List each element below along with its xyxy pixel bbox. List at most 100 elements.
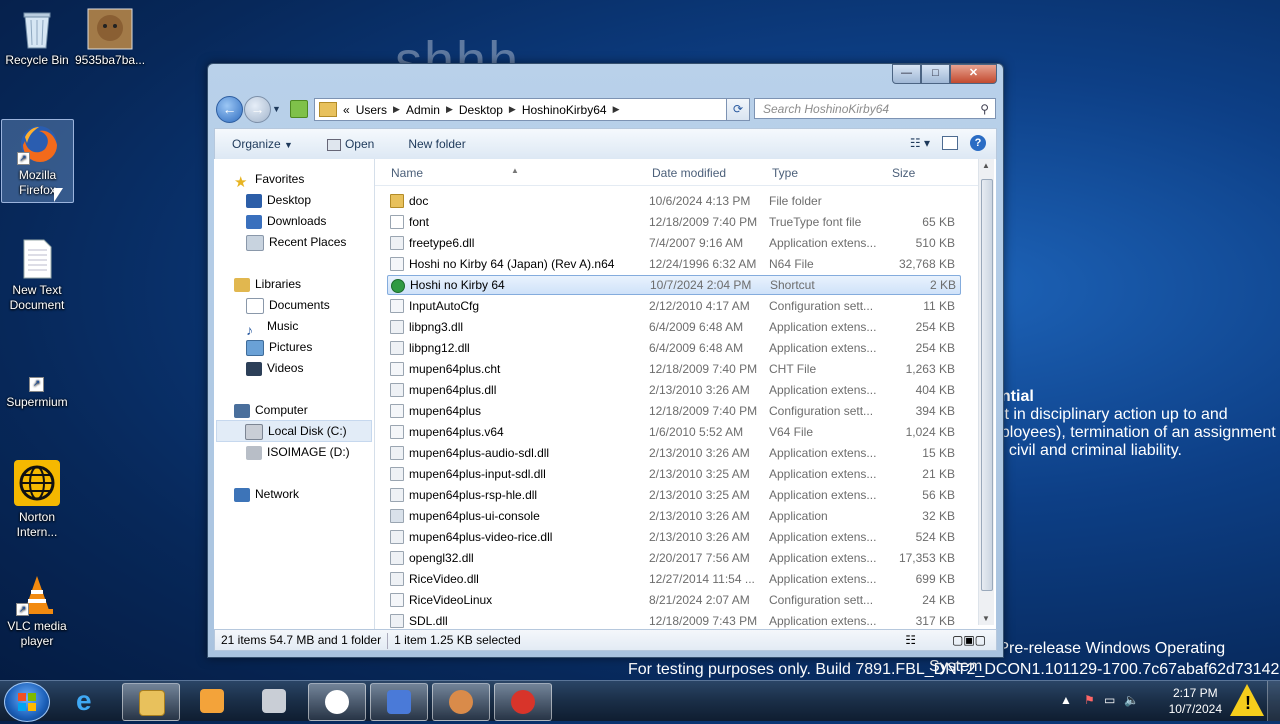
file-row[interactable]: mupen64plus-audio-sdl.dll 2/13/2010 3:26 … xyxy=(387,443,959,463)
file-row[interactable]: InputAutoCfg 2/12/2010 4:17 AM Configurati… xyxy=(387,296,959,316)
nav-downloads[interactable]: Downloads xyxy=(246,211,326,231)
taskbar-internet-explorer[interactable]: e xyxy=(60,683,116,719)
file-row[interactable]: mupen64plus-input-sdl.dll 2/13/2010 3:25 … xyxy=(387,464,959,484)
nav-recent-places[interactable]: Recent Places xyxy=(246,232,346,252)
desktop-icon-image-file[interactable]: 9535ba7ba... xyxy=(75,8,145,68)
clock[interactable]: 2:17 PM 10/7/2024 xyxy=(1169,685,1222,717)
file-row[interactable]: mupen64plus-video-rice.dll 2/13/2010 3:26… xyxy=(387,527,959,547)
network-tray-icon[interactable]: ▭ xyxy=(1104,693,1118,707)
nav-videos[interactable]: Videos xyxy=(246,358,303,378)
recent-pages-dropdown[interactable]: ▼ xyxy=(272,104,281,114)
preview-pane-icon[interactable] xyxy=(942,136,958,150)
file-type-icon xyxy=(390,488,404,502)
breadcrumb-admin[interactable]: Admin xyxy=(406,103,440,117)
show-desktop-button[interactable] xyxy=(1267,681,1280,721)
desktop-icon-vlc[interactable]: ↗ VLC media player xyxy=(2,574,72,649)
taskbar-media-player[interactable] xyxy=(184,683,240,719)
volume-icon[interactable]: 🔈 xyxy=(1124,693,1139,707)
scroll-up-icon[interactable]: ▲ xyxy=(982,161,990,170)
file-row[interactable]: libpng12.dll 6/4/2009 6:48 AM Application … xyxy=(387,338,959,358)
maximize-button[interactable]: □ xyxy=(921,64,950,84)
file-row[interactable]: Hoshi no Kirby 64 10/7/2024 2:04 PM Shortc… xyxy=(387,275,961,295)
file-row[interactable]: doc 10/6/2024 4:13 PM File folder xyxy=(387,191,959,211)
nav-computer[interactable]: Computer xyxy=(234,400,308,420)
file-row[interactable]: freetype6.dll 7/4/2007 9:16 AM Application… xyxy=(387,233,959,253)
file-row[interactable]: RiceVideo.dll 12/27/2014 11:54 ... Applica… xyxy=(387,569,959,589)
file-row[interactable]: libpng3.dll 6/4/2009 6:48 AM Application e… xyxy=(387,317,959,337)
scroll-down-icon[interactable]: ▼ xyxy=(982,614,990,623)
scrollbar-thumb[interactable] xyxy=(981,179,993,591)
start-button[interactable] xyxy=(4,682,50,722)
breadcrumb-separator-icon[interactable]: ▶ xyxy=(446,104,453,115)
file-row[interactable]: mupen64plus.dll 2/13/2010 3:26 AM Applicat… xyxy=(387,380,959,400)
taskbar-panda-app[interactable] xyxy=(308,683,366,721)
file-row[interactable]: font 12/18/2009 7:40 PM TrueType font file… xyxy=(387,212,959,232)
file-row[interactable]: mupen64plus 12/18/2009 7:40 PM Configurati… xyxy=(387,401,959,421)
back-button[interactable]: ← xyxy=(216,96,243,123)
file-row[interactable]: SDL.dll 12/18/2009 7:43 PM Application ext… xyxy=(387,611,959,629)
up-folder-icon[interactable] xyxy=(290,100,308,118)
close-button[interactable]: ✕ xyxy=(950,64,997,84)
nav-pictures[interactable]: Pictures xyxy=(246,337,312,357)
file-row[interactable]: RiceVideoLinux 8/21/2024 2:07 AM Configura… xyxy=(387,590,959,610)
nav-local-disk[interactable]: Local Disk (C:) xyxy=(216,420,372,442)
nav-documents[interactable]: Documents xyxy=(246,295,330,315)
forward-button[interactable]: → xyxy=(244,96,271,123)
breadcrumb-users[interactable]: Users xyxy=(356,103,387,117)
nav-favorites[interactable]: ★ Favorites xyxy=(234,169,304,191)
file-date: 2/13/2010 3:26 AM xyxy=(649,530,750,544)
desktop-icon-norton[interactable]: Norton Intern... xyxy=(2,459,72,540)
details-view-icon[interactable]: ☷ xyxy=(899,630,922,650)
vertical-scrollbar[interactable]: ▲ ▼ xyxy=(978,159,994,625)
large-icons-view-icon[interactable]: ▢▣▢ xyxy=(946,630,992,650)
taskbar-firefox-app[interactable] xyxy=(494,683,552,721)
breadcrumb-separator-icon[interactable]: ▶ xyxy=(509,104,516,115)
file-row[interactable]: mupen64plus-rsp-hle.dll 2/13/2010 3:25 AM… xyxy=(387,485,959,505)
shortcut-arrow-icon: ↗ xyxy=(16,603,29,616)
help-icon[interactable]: ? xyxy=(970,135,986,151)
change-view-icon[interactable]: ☷ ▾ xyxy=(910,136,930,150)
file-row[interactable]: opengl32.dll 2/20/2017 7:56 AM Application… xyxy=(387,548,959,568)
taskbar-drive-app[interactable] xyxy=(246,683,302,719)
breadcrumb-hoshinokirby64[interactable]: HoshinoKirby64 xyxy=(522,103,607,117)
breadcrumb-desktop[interactable]: Desktop xyxy=(459,103,503,117)
column-name[interactable]: Name xyxy=(391,166,423,180)
column-size[interactable]: Size xyxy=(892,166,915,180)
address-bar[interactable]: « Users ▶ Admin ▶ Desktop ▶ HoshinoKirby64 ▶… xyxy=(314,98,748,121)
file-row[interactable]: mupen64plus.cht 12/18/2009 7:40 PM CHT Fil… xyxy=(387,359,959,379)
taskbar-paint-app[interactable] xyxy=(432,683,490,721)
file-row[interactable]: Hoshi no Kirby 64 (Japan) (Rev A).n64 12/… xyxy=(387,254,959,274)
taskbar-windows-explorer[interactable] xyxy=(122,683,180,721)
organize-button[interactable]: Organize ▼ xyxy=(215,137,310,151)
computer-icon xyxy=(234,403,250,418)
action-center-flag-icon[interactable]: ⚑ xyxy=(1084,693,1098,707)
nav-isoimage[interactable]: ISOIMAGE (D:) xyxy=(246,442,350,462)
desktop-icon-text-document[interactable]: New Text Document xyxy=(2,238,72,313)
image-thumbnail-icon xyxy=(87,8,133,50)
new-folder-button[interactable]: New folder xyxy=(391,137,482,151)
desktop-icon-supermium[interactable]: ↗ Supermium xyxy=(2,376,72,410)
nav-label: Local Disk (C:) xyxy=(268,424,347,438)
nav-network[interactable]: Network xyxy=(234,484,299,504)
taskbar-bird-app[interactable] xyxy=(370,683,428,721)
search-input[interactable]: Search HoshinoKirby64 ⚲ xyxy=(754,98,996,119)
search-icon[interactable]: ⚲ xyxy=(980,99,989,120)
breadcrumb-separator-icon[interactable]: ▶ xyxy=(613,104,620,115)
refresh-button[interactable]: ⟳ xyxy=(726,98,750,121)
open-button[interactable]: Open xyxy=(310,137,391,151)
breadcrumb-separator-icon[interactable]: ▶ xyxy=(393,104,400,115)
minimize-button[interactable]: — xyxy=(892,64,921,84)
show-hidden-icons-icon[interactable]: ▲ xyxy=(1060,693,1074,707)
file-row[interactable]: mupen64plus.v64 1/6/2010 5:52 AM V64 File 1… xyxy=(387,422,959,442)
breadcrumb-overflow[interactable]: « xyxy=(343,103,350,117)
nav-label: Libraries xyxy=(255,277,302,291)
nav-music[interactable]: ♪ Music xyxy=(246,316,298,338)
desktop-icon-firefox[interactable]: ↗ Mozilla Firefox xyxy=(1,119,74,203)
build-watermark-line2: For testing purposes only. Build 7891.FB… xyxy=(628,661,1280,678)
desktop-icon-recycle-bin[interactable]: Recycle Bin xyxy=(2,8,72,68)
nav-desktop[interactable]: Desktop xyxy=(246,190,311,210)
nav-libraries[interactable]: Libraries xyxy=(234,274,301,294)
column-type[interactable]: Type xyxy=(772,166,798,180)
column-date-modified[interactable]: Date modified xyxy=(652,166,726,180)
file-row[interactable]: mupen64plus-ui-console 2/13/2010 3:26 AM A… xyxy=(387,506,959,526)
